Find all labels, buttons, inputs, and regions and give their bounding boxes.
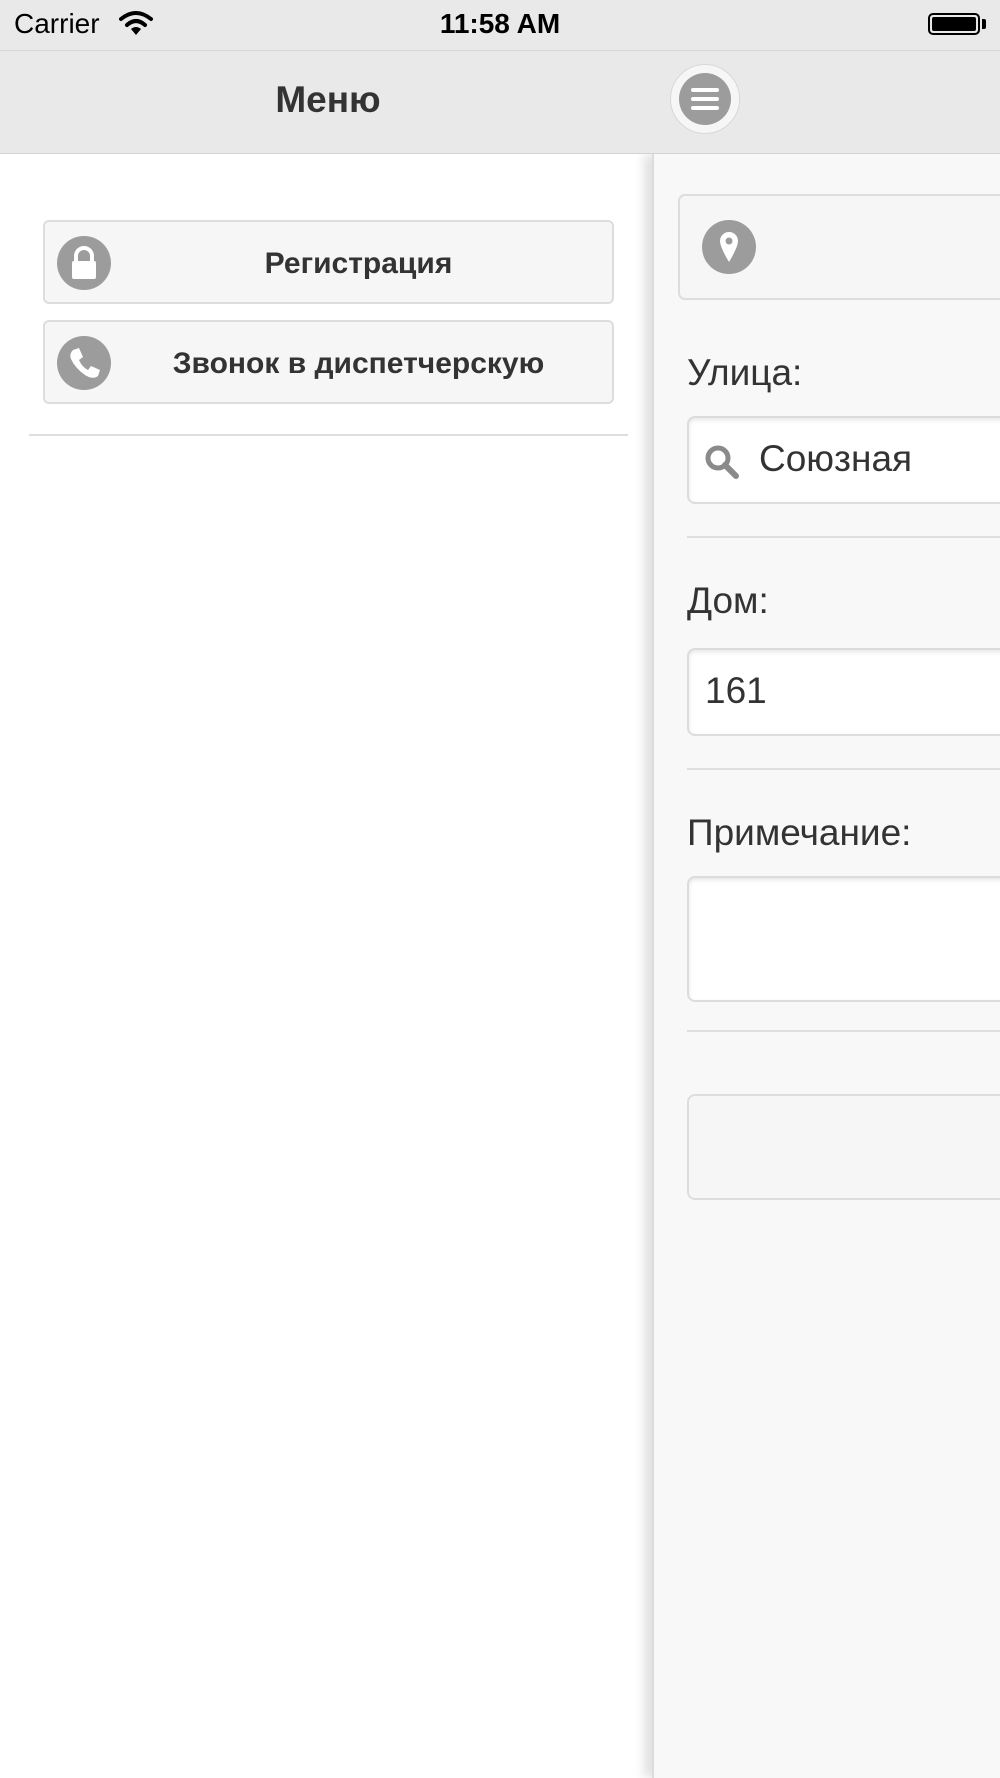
hamburger-icon bbox=[679, 73, 731, 125]
street-value: Союзная bbox=[759, 438, 913, 479]
side-menu-panel: Регистрация Звонок в диспетчерскую bbox=[0, 154, 650, 1778]
location-pin-icon bbox=[702, 220, 756, 274]
street-search-input[interactable]: Союзная bbox=[687, 416, 1000, 504]
registration-button[interactable]: Регистрация bbox=[43, 220, 614, 304]
order-form-page: Улица: Союзная Дом: 161 Примечание: bbox=[652, 154, 1000, 1778]
battery-nub bbox=[982, 19, 986, 29]
note-divider bbox=[687, 1030, 1000, 1032]
house-label: Дом: bbox=[687, 580, 769, 621]
page-title: Меню bbox=[275, 79, 381, 120]
house-value: 161 bbox=[705, 670, 767, 711]
status-bar: Carrier 11:58 AM bbox=[0, 0, 1000, 50]
status-time: 11:58 AM bbox=[439, 8, 561, 39]
street-label: Улица: bbox=[687, 352, 803, 393]
location-button[interactable] bbox=[678, 194, 1000, 300]
call-dispatcher-button[interactable]: Звонок в диспетчерскую bbox=[43, 320, 614, 404]
search-icon bbox=[705, 445, 739, 479]
phone-icon bbox=[57, 336, 111, 390]
street-divider bbox=[687, 536, 1000, 538]
house-divider bbox=[687, 768, 1000, 770]
header-bar: Меню bbox=[0, 50, 1000, 154]
registration-label: Регистрация bbox=[264, 247, 453, 280]
note-label: Примечание: bbox=[687, 812, 912, 853]
house-input[interactable]: 161 bbox=[687, 648, 1000, 736]
menu-toggle-button[interactable] bbox=[670, 64, 740, 134]
note-textarea[interactable] bbox=[687, 876, 1000, 1002]
lock-icon bbox=[57, 236, 111, 290]
menu-divider bbox=[29, 434, 628, 436]
form-submit-button[interactable] bbox=[687, 1094, 1000, 1200]
call-dispatcher-label: Звонок в диспетчерскую bbox=[172, 347, 545, 380]
battery-icon bbox=[928, 13, 980, 35]
